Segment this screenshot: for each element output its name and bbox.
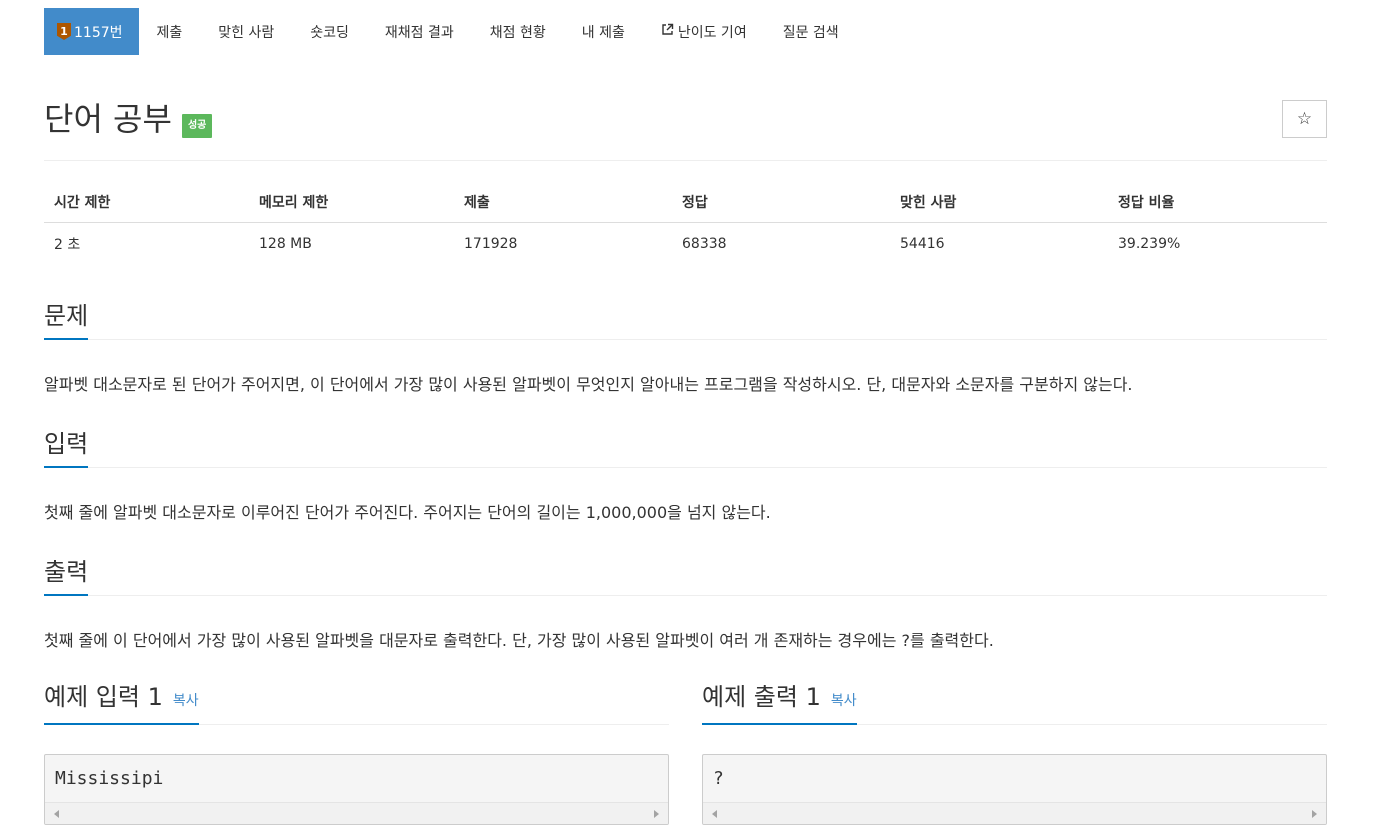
sample-input-code[interactable]: Mississipi: [45, 755, 668, 803]
header-solved-users: 맞힌 사람: [900, 195, 957, 211]
sample-input-header: 예제 입력 1 복사: [44, 683, 669, 725]
header-time-limit: 시간 제한: [54, 195, 111, 211]
scroll-right-arrow-icon[interactable]: [654, 810, 659, 818]
sample-output-code[interactable]: ?: [703, 755, 1326, 803]
nav-my-submissions-label: 내 제출: [581, 24, 625, 41]
output-section-header: 출력: [44, 556, 1327, 596]
title-area: 단어 공부 성공: [44, 100, 213, 138]
nav-judge-status[interactable]: 채점 현황: [472, 8, 564, 55]
sample-input-box: Mississipi: [44, 754, 669, 825]
nav-judge-status-label: 채점 현황: [489, 24, 546, 41]
section-title-input: 입력: [44, 428, 89, 468]
nav-problem-tab[interactable]: 1 1157번: [44, 8, 139, 55]
problem-description: 알파벳 대소문자로 된 단어가 주어지면, 이 단어에서 가장 많이 사용된 알…: [44, 375, 1133, 394]
sample-output-section: 예제 출력 1 복사 ?: [702, 683, 1327, 825]
sample-output-box: ?: [702, 754, 1327, 825]
nav-my-submissions[interactable]: 내 제출: [564, 8, 643, 55]
section-title-sample-input: 예제 입력 1 복사: [44, 681, 199, 725]
header-accept-ratio: 정답 비율: [1118, 195, 1175, 211]
input-description: 첫째 줄에 알파벳 대소문자로 이루어진 단어가 주어진다. 주어지는 단어의 …: [44, 503, 771, 522]
problem-nav: 1 1157번 제출 맞힌 사람 숏코딩 재채점 결과 채점 현황 내 제출 난…: [44, 8, 857, 55]
nav-difficulty-contribute-label: 난이도 기여: [677, 24, 747, 41]
nav-submit-label: 제출: [156, 24, 183, 41]
nav-solved-users-label: 맞힌 사람: [218, 24, 275, 41]
status-badge: 성공: [181, 114, 213, 138]
section-title-problem: 문제: [44, 300, 89, 340]
copy-sample-input-button[interactable]: 복사: [173, 693, 199, 709]
input-section: 입력 첫째 줄에 알파벳 대소문자로 이루어진 단어가 주어진다. 주어지는 단…: [44, 428, 1327, 526]
star-icon: ☆: [1296, 109, 1313, 129]
header-memory-limit: 메모리 제한: [259, 195, 329, 211]
output-description: 첫째 줄에 이 단어에서 가장 많이 사용된 알파벳을 대문자로 출력한다. 단…: [44, 631, 994, 650]
page-title: 단어 공부: [44, 100, 172, 138]
value-solved-users: 54416: [900, 235, 945, 252]
section-title-output: 출력: [44, 556, 89, 596]
sample-output-title: 예제 출력 1: [702, 683, 821, 711]
external-link-icon: [661, 23, 674, 40]
nav-difficulty-contribute[interactable]: 난이도 기여: [643, 8, 765, 55]
sample-output-header: 예제 출력 1 복사: [702, 683, 1327, 725]
problem-section-header: 문제: [44, 300, 1327, 340]
nav-question-search-label: 질문 검색: [782, 24, 839, 41]
value-memory-limit: 128 MB: [259, 235, 312, 252]
header-accepted: 정답: [682, 195, 708, 211]
horizontal-scrollbar[interactable]: [703, 802, 1326, 824]
favorite-star-button[interactable]: ☆: [1282, 100, 1327, 138]
header-submissions: 제출: [464, 195, 490, 211]
sample-input-section: 예제 입력 1 복사 Mississipi: [44, 683, 669, 825]
tier-bronze-icon: 1: [57, 23, 71, 40]
problem-number: 1157번: [74, 24, 123, 41]
table-row: 2 초 128 MB 171928 68338 54416 39.239%: [44, 223, 1327, 264]
value-accept-ratio: 39.239%: [1118, 235, 1181, 252]
section-title-sample-output: 예제 출력 1 복사: [702, 681, 857, 725]
nav-rejudge-results-label: 재채점 결과: [384, 24, 454, 41]
value-submissions: 171928: [464, 235, 518, 252]
horizontal-scrollbar[interactable]: [45, 802, 668, 824]
nav-solved-users[interactable]: 맞힌 사람: [200, 8, 292, 55]
title-divider: [44, 160, 1327, 161]
nav-question-search[interactable]: 질문 검색: [765, 8, 857, 55]
problem-section: 문제 알파벳 대소문자로 된 단어가 주어지면, 이 단어에서 가장 많이 사용…: [44, 300, 1327, 398]
value-accepted: 68338: [682, 235, 727, 252]
output-section: 출력 첫째 줄에 이 단어에서 가장 많이 사용된 알파벳을 대문자로 출력한다…: [44, 556, 1327, 654]
value-time-limit: 2 초: [54, 236, 81, 253]
input-section-header: 입력: [44, 428, 1327, 468]
problem-info-table: 시간 제한 메모리 제한 제출 정답 맞힌 사람 정답 비율 2 초 128 M…: [44, 182, 1327, 264]
scroll-right-arrow-icon[interactable]: [1312, 810, 1317, 818]
nav-submit[interactable]: 제출: [139, 8, 201, 55]
nav-short-coding[interactable]: 숏코딩: [292, 8, 367, 55]
copy-sample-output-button[interactable]: 복사: [831, 693, 857, 709]
sample-input-title: 예제 입력 1: [44, 683, 163, 711]
nav-short-coding-label: 숏코딩: [310, 24, 349, 41]
table-header-row: 시간 제한 메모리 제한 제출 정답 맞힌 사람 정답 비율: [44, 182, 1327, 223]
scroll-left-arrow-icon[interactable]: [712, 810, 717, 818]
nav-rejudge-results[interactable]: 재채점 결과: [367, 8, 472, 55]
scroll-left-arrow-icon[interactable]: [54, 810, 59, 818]
